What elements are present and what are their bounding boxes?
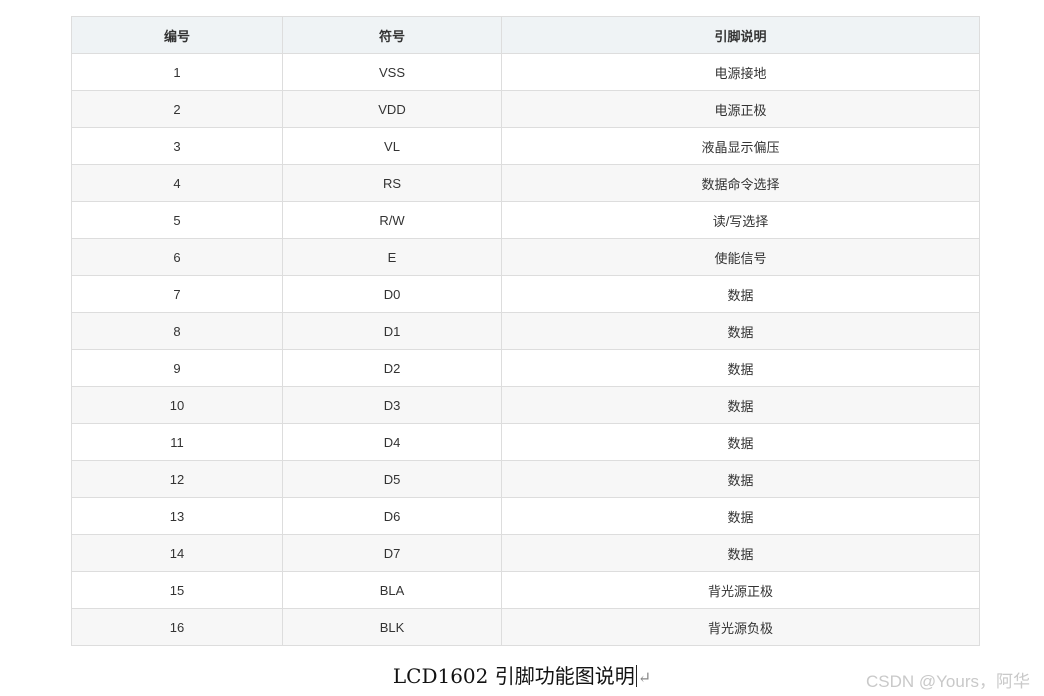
table-row: 9 D2 数据 (71, 349, 980, 387)
cell-symbol: BLA (282, 571, 502, 609)
text-caret (635, 665, 637, 687)
pin-table-container: 编号 符号 引脚说明 1 VSS 电源接地 2 VDD 电源正极 3 VL 液晶显示偏压 4 RS 数… (71, 16, 980, 646)
cell-symbol: BLK (282, 608, 502, 646)
table-row: 15 BLA 背光源正极 (71, 571, 980, 609)
cell-description: 液晶显示偏压 (501, 127, 980, 165)
cell-symbol: VSS (282, 53, 502, 91)
cell-description: 读/写选择 (501, 201, 980, 239)
cell-number: 9 (71, 349, 283, 387)
cell-number: 10 (71, 386, 283, 424)
cell-number: 15 (71, 571, 283, 609)
pin-table: 编号 符号 引脚说明 1 VSS 电源接地 2 VDD 电源正极 3 VL 液晶显示偏压 4 RS 数… (71, 16, 980, 646)
paragraph-mark-icon: ↵ (637, 668, 652, 687)
cell-symbol: VDD (282, 90, 502, 128)
cell-description: 电源正极 (501, 90, 980, 128)
table-body: 1 VSS 电源接地 2 VDD 电源正极 3 VL 液晶显示偏压 4 RS 数据命令选择 5 R/W 读/… (71, 53, 980, 646)
cell-number: 3 (71, 127, 283, 165)
cell-symbol: D5 (282, 460, 502, 498)
cell-description: 数据 (501, 349, 980, 387)
cell-symbol: D0 (282, 275, 502, 313)
header-description: 引脚说明 (501, 16, 980, 54)
cell-number: 8 (71, 312, 283, 350)
table-row: 8 D1 数据 (71, 312, 980, 350)
cell-symbol: R/W (282, 201, 502, 239)
table-row: 13 D6 数据 (71, 497, 980, 535)
table-header-row: 编号 符号 引脚说明 (71, 16, 980, 54)
table-row: 16 BLK 背光源负极 (71, 608, 980, 646)
cell-number: 1 (71, 53, 283, 91)
table-row: 10 D3 数据 (71, 386, 980, 424)
cell-description: 数据 (501, 312, 980, 350)
header-number: 编号 (71, 16, 283, 54)
cell-number: 7 (71, 275, 283, 313)
cell-symbol: D7 (282, 534, 502, 572)
cell-symbol: E (282, 238, 502, 276)
cell-symbol: VL (282, 127, 502, 165)
cell-description: 数据 (501, 423, 980, 461)
cell-number: 12 (71, 460, 283, 498)
cell-description: 数据命令选择 (501, 164, 980, 202)
cell-description: 数据 (501, 386, 980, 424)
cell-number: 11 (71, 423, 283, 461)
cell-description: 数据 (501, 534, 980, 572)
table-row: 14 D7 数据 (71, 534, 980, 572)
cell-number: 14 (71, 534, 283, 572)
table-row: 12 D5 数据 (71, 460, 980, 498)
table-row: 3 VL 液晶显示偏压 (71, 127, 980, 165)
table-row: 2 VDD 电源正极 (71, 90, 980, 128)
cell-symbol: D4 (282, 423, 502, 461)
cell-symbol: D1 (282, 312, 502, 350)
table-row: 5 R/W 读/写选择 (71, 201, 980, 239)
cell-description: 使能信号 (501, 238, 980, 276)
cell-number: 16 (71, 608, 283, 646)
table-row: 1 VSS 电源接地 (71, 53, 980, 91)
watermark: CSDN @Yours，阿华 (866, 672, 1030, 691)
cell-description: 数据 (501, 460, 980, 498)
cell-number: 5 (71, 201, 283, 239)
cell-description: 数据 (501, 497, 980, 535)
cell-number: 2 (71, 90, 283, 128)
cell-description: 电源接地 (501, 53, 980, 91)
table-row: 6 E 使能信号 (71, 238, 980, 276)
cell-number: 13 (71, 497, 283, 535)
cell-symbol: D6 (282, 497, 502, 535)
cell-number: 6 (71, 238, 283, 276)
cell-symbol: D3 (282, 386, 502, 424)
cell-symbol: RS (282, 164, 502, 202)
header-symbol: 符号 (282, 16, 502, 54)
table-row: 4 RS 数据命令选择 (71, 164, 980, 202)
cell-symbol: D2 (282, 349, 502, 387)
caption-text: LCD1602 引脚功能图说明 (392, 664, 635, 688)
table-row: 11 D4 数据 (71, 423, 980, 461)
table-row: 7 D0 数据 (71, 275, 980, 313)
cell-description: 数据 (501, 275, 980, 313)
cell-description: 背光源负极 (501, 608, 980, 646)
cell-number: 4 (71, 164, 283, 202)
cell-description: 背光源正极 (501, 571, 980, 609)
